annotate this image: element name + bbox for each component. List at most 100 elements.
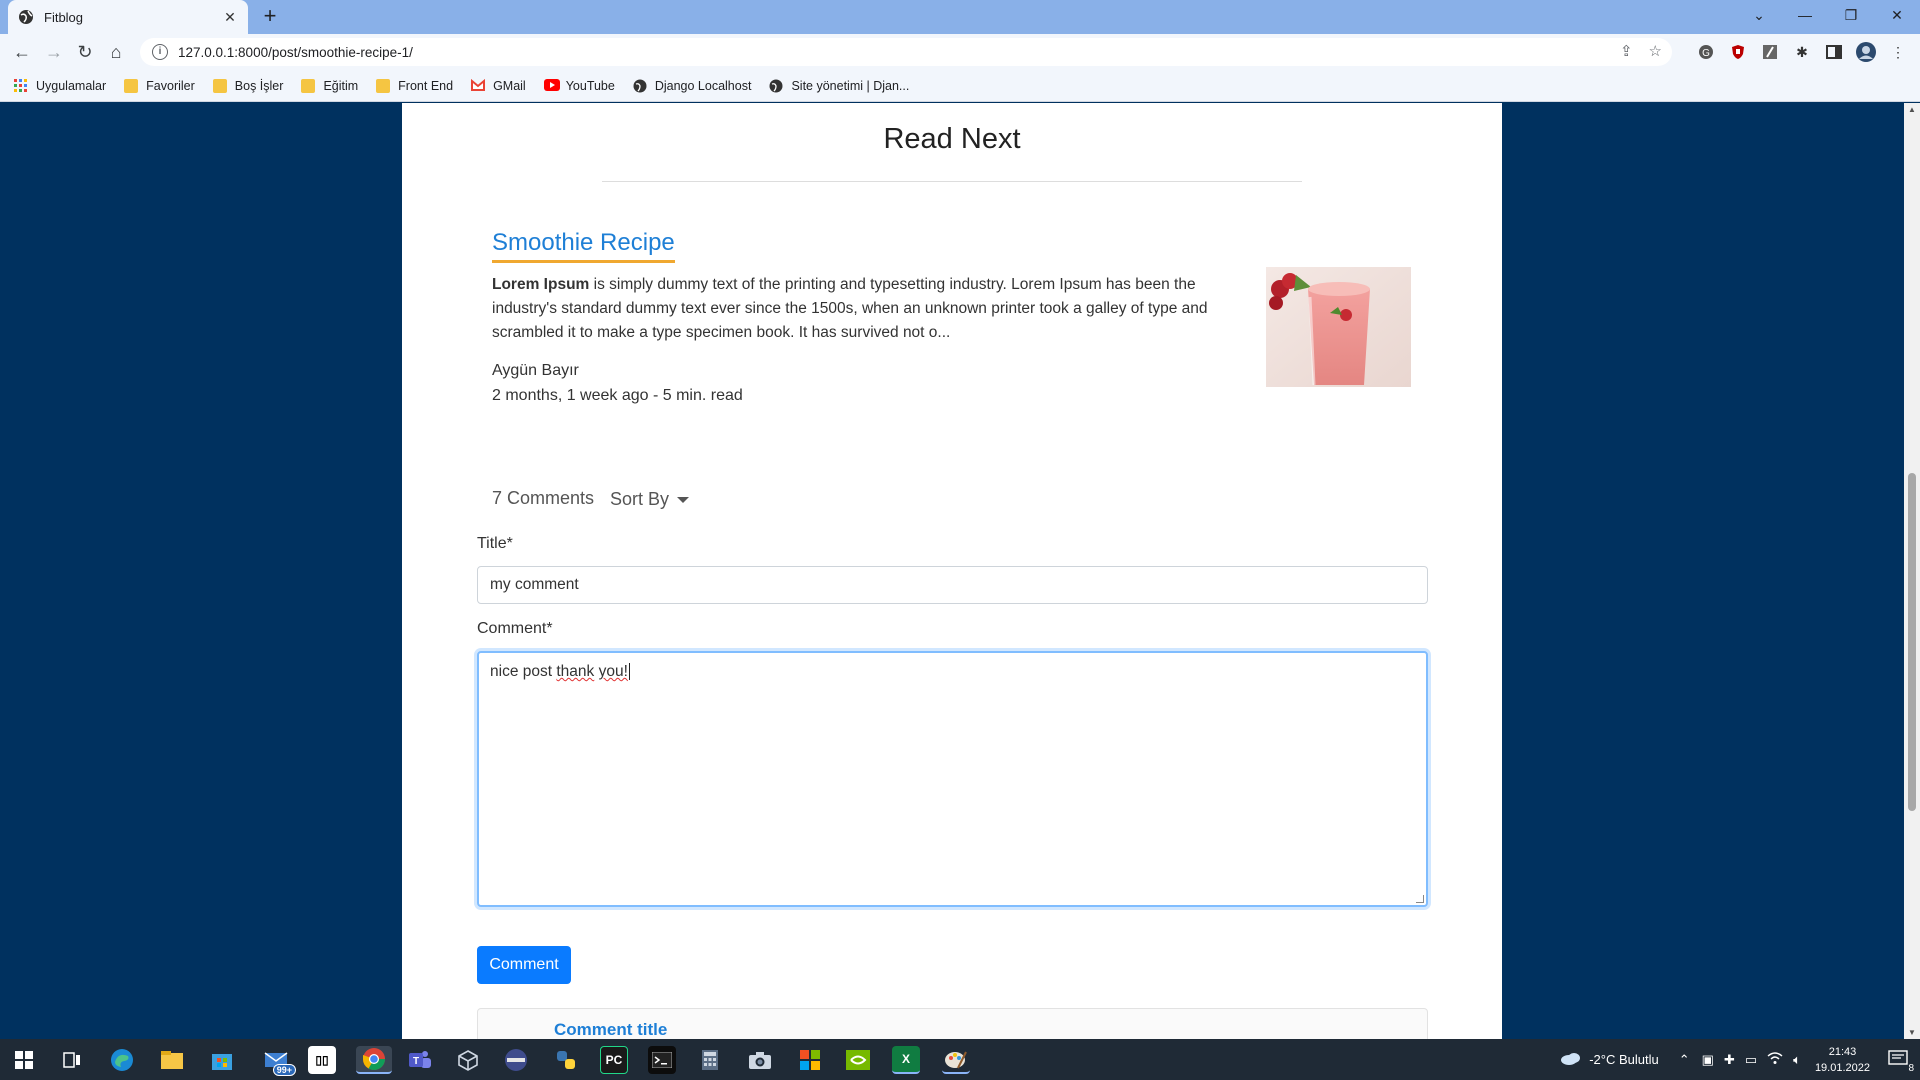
globe-icon xyxy=(633,79,647,93)
excel-icon[interactable]: X xyxy=(892,1046,920,1074)
scrollbar-thumb[interactable] xyxy=(1908,473,1916,811)
profile-avatar-icon[interactable] xyxy=(1856,42,1876,62)
reload-button[interactable]: ↻ xyxy=(73,40,97,64)
microsoft-store-icon[interactable] xyxy=(208,1046,236,1074)
bookmark-site-yonetimi[interactable]: Site yönetimi | Djan... xyxy=(769,79,909,93)
windows-start-icon[interactable] xyxy=(10,1046,38,1074)
text-cursor: ​ xyxy=(628,663,630,680)
svg-text:G: G xyxy=(1702,48,1710,59)
3d-viewer-icon[interactable] xyxy=(454,1046,482,1074)
tab-search-button[interactable]: ⌄ xyxy=(1736,0,1782,30)
meet-now-icon[interactable]: ▣ xyxy=(1702,1052,1714,1068)
bookmark-django-localhost[interactable]: Django Localhost xyxy=(633,79,751,93)
nvidia-icon[interactable] xyxy=(844,1046,872,1074)
tab-close-icon[interactable]: ✕ xyxy=(222,9,238,26)
chevron-up-icon[interactable]: ⌃ xyxy=(1679,1052,1690,1068)
bookmark-label: Favoriler xyxy=(146,78,195,93)
edge-icon[interactable] xyxy=(108,1046,136,1074)
post-excerpt: Lorem Ipsum is simply dummy text of the … xyxy=(492,273,1242,345)
battery-icon[interactable]: ▭ xyxy=(1745,1052,1757,1068)
comment-card: Comment title xyxy=(477,1008,1428,1039)
camera-icon[interactable] xyxy=(746,1046,774,1074)
excerpt-bold: Lorem Ipsum xyxy=(492,276,590,293)
weather-text[interactable]: -2°C Bulutlu xyxy=(1589,1052,1659,1067)
share-icon[interactable]: ⇪ xyxy=(1620,42,1633,60)
bookmark-youtube[interactable]: YouTube xyxy=(543,78,615,93)
sort-by-dropdown[interactable]: Sort By xyxy=(610,489,690,510)
apps-grid-icon xyxy=(14,78,28,93)
file-explorer-icon[interactable] xyxy=(158,1046,186,1074)
forward-button[interactable]: → xyxy=(42,40,66,64)
notification-center-icon[interactable]: 8 xyxy=(1888,1049,1914,1074)
clock-time: 21:43 xyxy=(1828,1045,1857,1058)
calculator-icon[interactable] xyxy=(696,1046,724,1074)
extension-g-icon[interactable]: G xyxy=(1696,42,1716,62)
bookmark-bos-isler[interactable]: Boş İşler xyxy=(212,78,283,93)
minimize-button[interactable]: — xyxy=(1782,0,1828,30)
tab-title: Fitblog xyxy=(44,9,84,25)
app-disk-icon[interactable] xyxy=(502,1046,530,1074)
bookmark-label: Uygulamalar xyxy=(36,78,107,93)
wifi-icon[interactable] xyxy=(1767,1051,1783,1068)
paint-icon[interactable] xyxy=(942,1046,970,1074)
new-tab-button[interactable]: + xyxy=(258,5,282,29)
resize-handle-icon[interactable] xyxy=(1416,895,1424,903)
python-icon[interactable] xyxy=(552,1046,580,1074)
chrome-icon[interactable] xyxy=(356,1046,392,1074)
comment-title-input[interactable]: my comment xyxy=(477,566,1428,604)
page-viewport: Read Next Smoothie Recipe Lorem Ipsum is… xyxy=(0,103,1904,1039)
bookmark-label: YouTube xyxy=(565,78,615,93)
scroll-up-arrow-icon[interactable]: ▲ xyxy=(1907,105,1917,114)
volume-icon[interactable]: 🔈︎ xyxy=(1793,1052,1801,1068)
notion-icon[interactable]: ▯▯ xyxy=(308,1046,336,1074)
submit-comment-button[interactable]: Comment xyxy=(477,946,571,984)
bookmark-star-icon[interactable]: ☆ xyxy=(1649,42,1662,60)
weather-cloud-icon[interactable] xyxy=(1559,1050,1583,1069)
sort-by-label: Sort By xyxy=(610,489,670,509)
post-author: Aygün Bayır xyxy=(492,362,579,379)
bookmark-label: GMail xyxy=(493,78,526,93)
address-bar[interactable]: i 127.0.0.1:8000/post/smoothie-recipe-1/… xyxy=(140,38,1672,66)
svg-text:T: T xyxy=(413,1056,419,1067)
comment-card-title[interactable]: Comment title xyxy=(554,1020,667,1039)
restore-button[interactable]: ❐ xyxy=(1828,0,1874,30)
comment-body-textarea[interactable]: nice post thank you!​ xyxy=(477,651,1428,907)
bookmark-egitim[interactable]: Eğitim xyxy=(301,78,358,93)
site-info-icon[interactable]: i xyxy=(152,44,168,60)
terminal-icon[interactable] xyxy=(648,1046,676,1074)
browser-menu-icon[interactable]: ⋮ xyxy=(1888,42,1908,62)
clock-date: 19.01.2022 xyxy=(1814,1061,1870,1074)
mail-badge: 99+ xyxy=(272,1064,296,1076)
bookmark-apps[interactable]: Uygulamalar xyxy=(14,78,107,93)
taskbar-clock[interactable]: 21:43 19.01.2022 xyxy=(1815,1044,1870,1076)
post-meta: 2 months, 1 week ago - 5 min. read xyxy=(492,387,743,404)
ublock-shield-icon[interactable] xyxy=(1728,42,1748,62)
pycharm-icon[interactable]: PC xyxy=(600,1046,628,1074)
bookmark-front-end[interactable]: Front End xyxy=(376,78,454,93)
post-title-link[interactable]: Smoothie Recipe xyxy=(492,229,675,263)
notification-count: 8 xyxy=(1908,1063,1914,1074)
close-window-button[interactable]: ✕ xyxy=(1874,0,1920,30)
bookmark-favoriler[interactable]: Favoriler xyxy=(124,78,195,93)
read-next-heading: Read Next xyxy=(883,123,1021,155)
security-icon[interactable]: ✚ xyxy=(1724,1052,1735,1068)
bookmark-label: Front End xyxy=(398,78,454,93)
side-panel-icon[interactable] xyxy=(1824,42,1844,62)
home-button[interactable]: ⌂ xyxy=(104,40,128,64)
folder-icon xyxy=(376,78,391,93)
extensions-puzzle-icon[interactable]: ✱ xyxy=(1792,42,1812,62)
task-view-icon[interactable] xyxy=(58,1046,86,1074)
globe-icon xyxy=(769,79,783,93)
url-text: 127.0.0.1:8000/post/smoothie-recipe-1/ xyxy=(178,44,413,60)
smoothie-thumbnail-image[interactable] xyxy=(1266,267,1411,387)
bookmark-gmail[interactable]: GMail xyxy=(471,78,526,93)
office-tiles-icon[interactable] xyxy=(796,1046,824,1074)
page-scrollbar[interactable]: ▲ ▼ xyxy=(1904,103,1920,1039)
browser-tab-fitblog[interactable]: Fitblog ✕ xyxy=(8,0,248,34)
excerpt-text: is simply dummy text of the printing and… xyxy=(492,276,1208,341)
back-button[interactable]: ← xyxy=(10,40,34,64)
scroll-down-arrow-icon[interactable]: ▼ xyxy=(1907,1028,1917,1037)
extension-slash-icon[interactable] xyxy=(1760,42,1780,62)
teams-icon[interactable]: T xyxy=(406,1046,434,1074)
mail-icon[interactable]: 99+ xyxy=(258,1046,296,1076)
